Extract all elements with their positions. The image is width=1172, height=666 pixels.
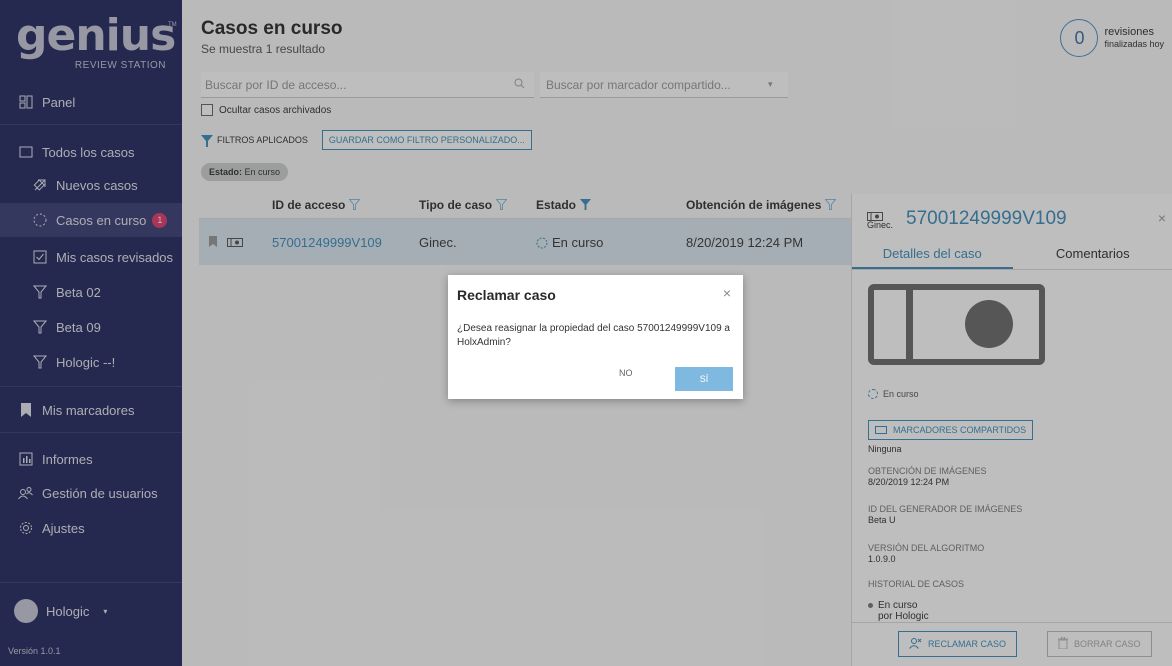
no-button[interactable]: NO bbox=[619, 368, 633, 378]
dialog-message: ¿Desea reasignar la propiedad del caso 5… bbox=[457, 323, 730, 348]
dialog-title: Reclamar caso bbox=[457, 287, 556, 303]
close-icon[interactable]: × bbox=[723, 285, 731, 301]
claim-case-dialog: Reclamar caso × ¿Desea reasignar la prop… bbox=[448, 275, 743, 399]
yes-button[interactable]: SÍ bbox=[675, 367, 733, 391]
